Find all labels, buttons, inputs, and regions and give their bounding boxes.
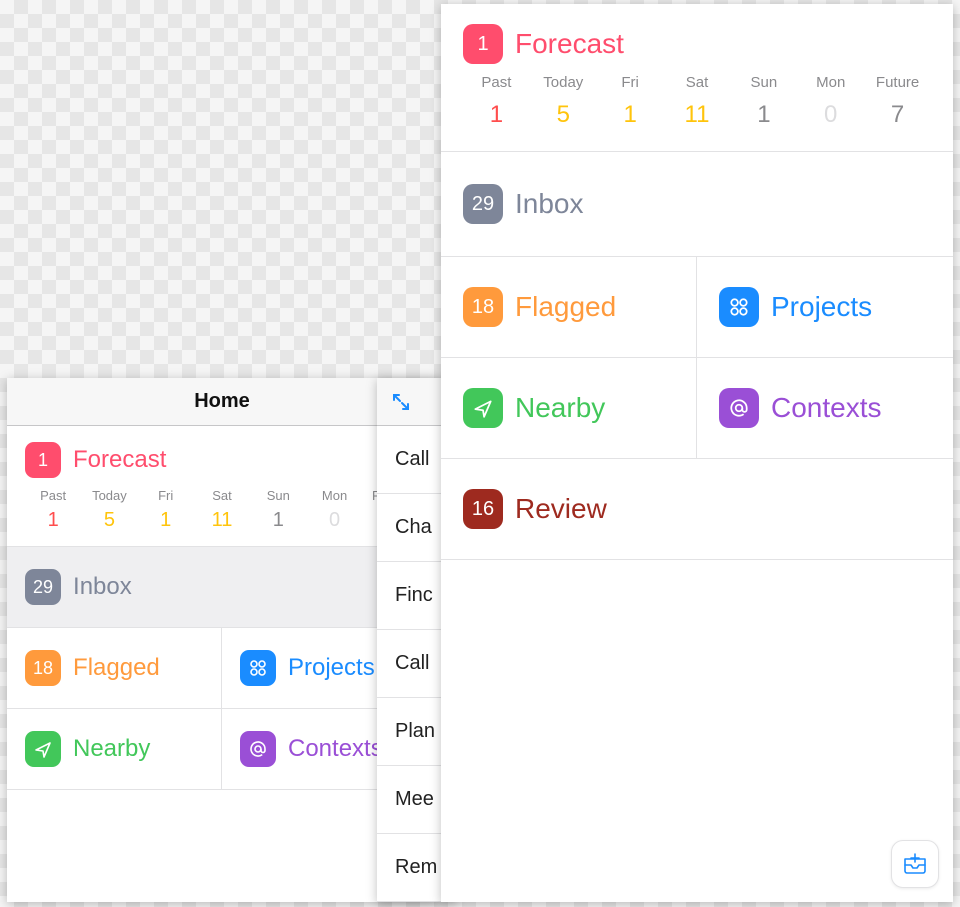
phone-home-view: 1 Forecast Past1 Today5 Fri1 Sat11 Sun1 … [441, 4, 953, 902]
nearby-label: Nearby [515, 392, 605, 424]
review-tile[interactable]: 16 Review [441, 459, 953, 560]
forecast-badge: 1 [25, 442, 61, 478]
contexts-label: Contexts [771, 392, 882, 424]
forecast-days: Past1 Today5 Fri1 Sat11 Sun1 Mon0 Future… [25, 488, 419, 532]
at-sign-icon [240, 731, 276, 767]
contexts-label: Contexts [288, 735, 383, 763]
inbox-label: Inbox [515, 188, 584, 220]
flagged-tile[interactable]: 18 Flagged [7, 628, 222, 709]
four-circles-icon [719, 287, 759, 327]
flagged-badge: 18 [25, 650, 61, 686]
location-arrow-icon [25, 731, 61, 767]
forecast-label: Forecast [515, 28, 624, 60]
forecast-day[interactable]: Sun1 [250, 488, 306, 532]
forecast-day[interactable]: Past1 [463, 74, 530, 129]
review-badge: 16 [463, 489, 503, 529]
flagged-tile[interactable]: 18 Flagged [441, 257, 697, 358]
forecast-tile[interactable]: 1 Forecast Past1 Today5 Fri1 Sat11 Sun1 … [441, 4, 953, 152]
forecast-tile[interactable]: 1 Forecast Past1 Today5 Fri1 Sat11 Sun1 … [7, 426, 437, 547]
forecast-day[interactable]: Mon0 [306, 488, 362, 532]
add-to-inbox-button[interactable] [891, 840, 939, 888]
forecast-day[interactable]: Today5 [81, 488, 137, 532]
four-circles-icon [240, 650, 276, 686]
forecast-label: Forecast [73, 446, 166, 474]
review-label: Review [515, 493, 607, 525]
phone-sidebar-view: Home 1 Forecast Past1 Today5 Fri1 Sat11 … [7, 378, 437, 902]
inbox-tile[interactable]: 29 Inbox [441, 152, 953, 257]
contexts-tile[interactable]: Contexts [697, 358, 953, 459]
page-title: Home [194, 390, 250, 413]
forecast-days: Past1 Today5 Fri1 Sat11 Sun1 Mon0 Future… [463, 74, 931, 129]
nearby-label: Nearby [73, 735, 150, 763]
inbox-plus-icon [901, 850, 929, 878]
forecast-day[interactable]: Future7 [864, 74, 931, 129]
forecast-badge: 1 [463, 24, 503, 64]
nearby-tile[interactable]: Nearby [7, 709, 222, 790]
expand-icon [391, 392, 411, 412]
forecast-day[interactable]: Fri1 [138, 488, 194, 532]
inbox-tile[interactable]: 29 Inbox [7, 547, 437, 628]
projects-label: Projects [771, 291, 872, 323]
nearby-tile[interactable]: Nearby [441, 358, 697, 459]
inbox-badge: 29 [25, 569, 61, 605]
forecast-day[interactable]: Mon0 [797, 74, 864, 129]
forecast-day[interactable]: Past1 [25, 488, 81, 532]
flagged-label: Flagged [515, 291, 616, 323]
forecast-day[interactable]: Sat11 [194, 488, 250, 532]
forecast-day[interactable]: Fri1 [597, 74, 664, 129]
forecast-day[interactable]: Sat11 [664, 74, 731, 129]
forecast-day[interactable]: Sun1 [730, 74, 797, 129]
navbar: Home [7, 378, 437, 426]
flagged-label: Flagged [73, 654, 160, 682]
location-arrow-icon [463, 388, 503, 428]
inbox-label: Inbox [73, 573, 132, 601]
projects-tile[interactable]: Projects [697, 257, 953, 358]
forecast-day[interactable]: Today5 [530, 74, 597, 129]
flagged-badge: 18 [463, 287, 503, 327]
inbox-badge: 29 [463, 184, 503, 224]
at-sign-icon [719, 388, 759, 428]
projects-label: Projects [288, 654, 375, 682]
